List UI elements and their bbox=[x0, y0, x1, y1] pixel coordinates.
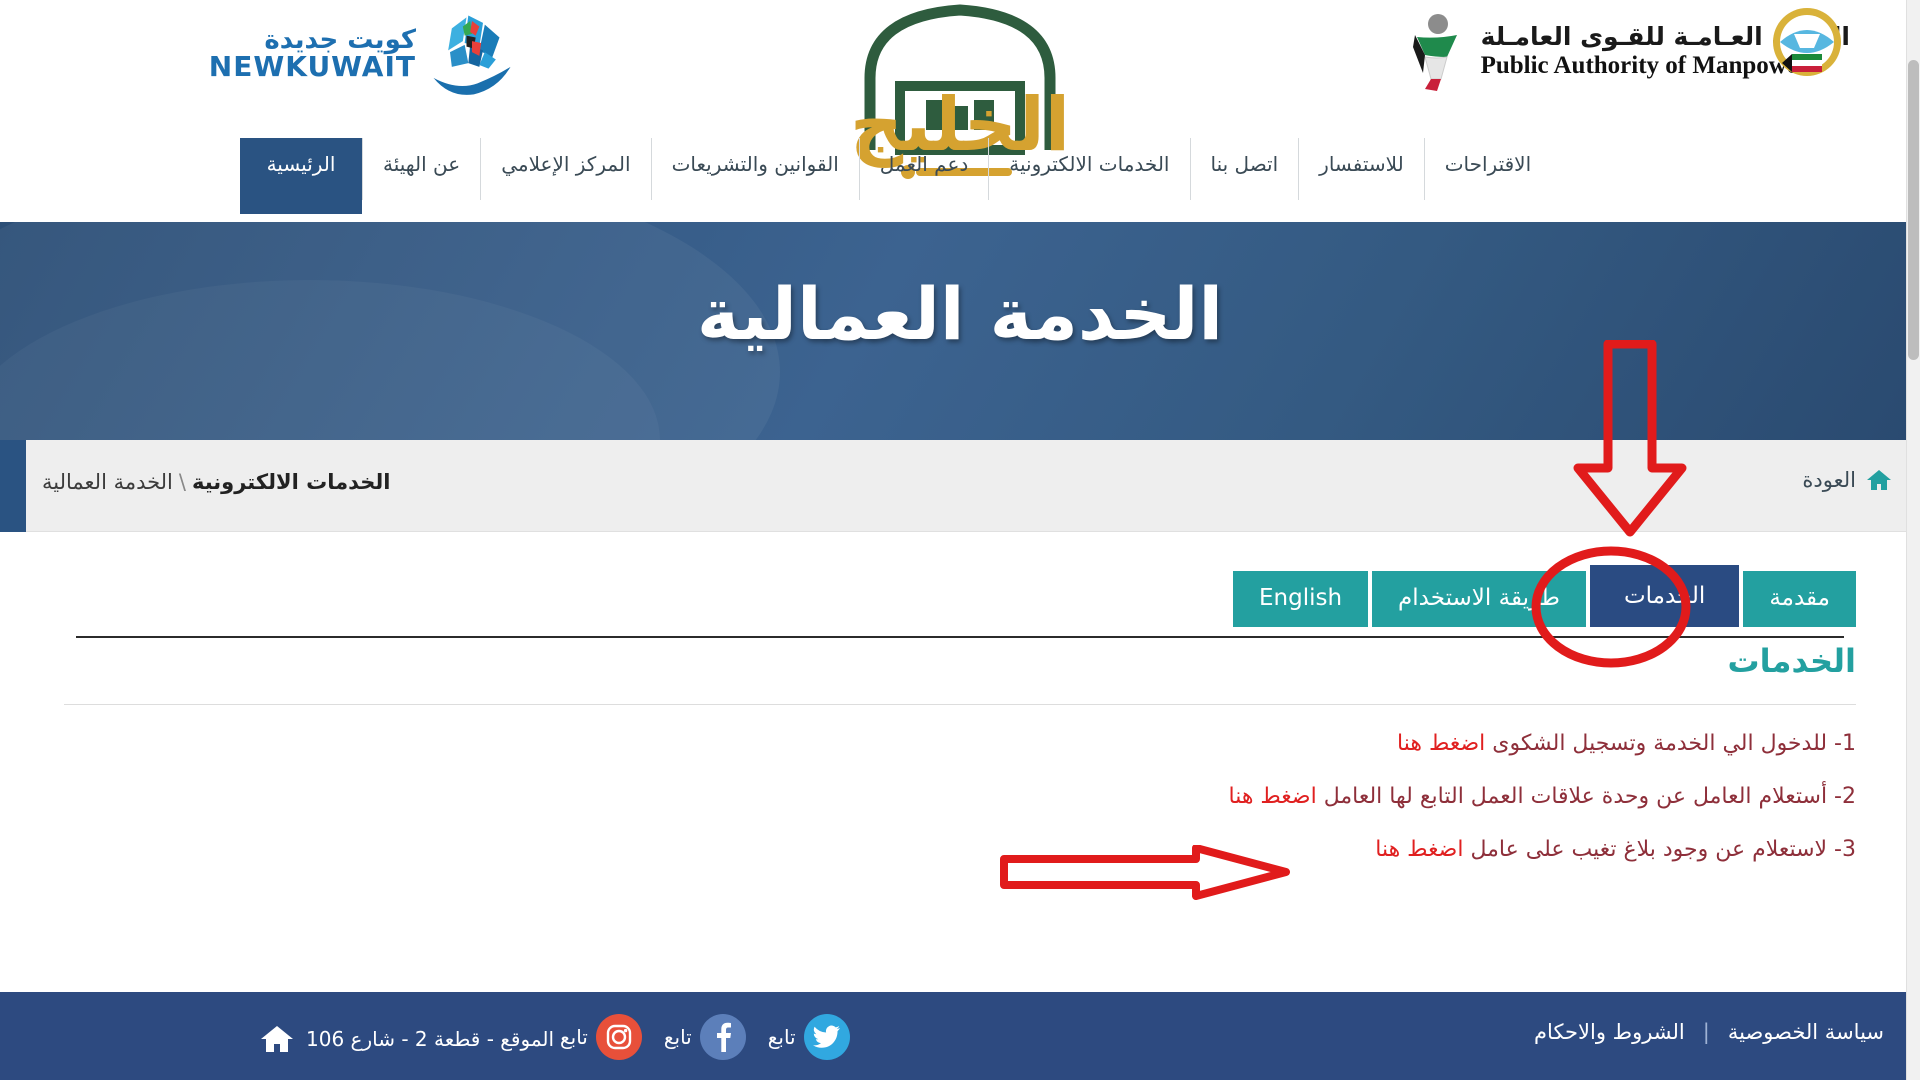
pam-person-icon bbox=[1412, 14, 1457, 91]
page-title: الخدمة العمالية bbox=[696, 272, 1224, 356]
breadcrumb-separator: \ bbox=[178, 470, 186, 494]
nav-item-inquiry[interactable]: للاستفسار bbox=[1298, 138, 1424, 200]
service-tabs[interactable]: English طريقة الاستخدام الخدمات مقدمة bbox=[1232, 565, 1856, 627]
instagram-icon bbox=[595, 1014, 642, 1060]
social-instagram[interactable]: تابع bbox=[560, 1014, 642, 1060]
newkuwait-logo[interactable]: كويت جديدة NEWKUWAIT bbox=[178, 8, 518, 100]
social-twitter[interactable]: تابع bbox=[768, 1014, 850, 1060]
newkuwait-sail-logo-icon bbox=[433, 15, 511, 95]
kuwait-state-emblem-icon bbox=[1773, 8, 1841, 76]
footer-address: الموقع - قطعة 2 - شارع 106 bbox=[260, 1024, 554, 1054]
footer-address-text: الموقع - قطعة 2 - شارع 106 bbox=[306, 1027, 555, 1051]
page-root: كويت جديدة NEWKUWAIT الخليج الهيئـة العـ… bbox=[0, 0, 1920, 1080]
nav-item-suggestions[interactable]: الاقتراحات bbox=[1423, 138, 1551, 200]
twitter-icon bbox=[803, 1014, 850, 1060]
section-title: الخدمات bbox=[1727, 642, 1856, 680]
service-1-link[interactable]: اضغط هنا bbox=[1397, 731, 1485, 756]
tab-english[interactable]: English bbox=[1232, 571, 1369, 627]
nav-item-e-services[interactable]: الخدمات الالكترونية bbox=[988, 138, 1189, 200]
footer-social-links: تابع تابع تابع bbox=[560, 1014, 850, 1060]
home-icon bbox=[1867, 470, 1891, 490]
page-scrollbar-thumb[interactable] bbox=[1908, 60, 1919, 360]
breadcrumb-parent[interactable]: الخدمات الالكترونية bbox=[192, 470, 390, 494]
nav-item-media-center[interactable]: المركز الإعلامي bbox=[480, 138, 650, 200]
newkuwait-english: NEWKUWAIT bbox=[208, 50, 416, 83]
social-facebook[interactable]: تابع bbox=[664, 1014, 746, 1060]
service-2-link[interactable]: اضغط هنا bbox=[1228, 784, 1316, 809]
main-content: English طريقة الاستخدام الخدمات مقدمة ال… bbox=[0, 532, 1920, 992]
public-authority-manpower-logo[interactable]: الهيئـة العـامـة للقـوى العامـلة Public … bbox=[1407, 2, 1850, 102]
social-instagram-label: تابع bbox=[560, 1025, 588, 1049]
tab-introduction[interactable]: مقدمة bbox=[1743, 571, 1856, 627]
footer-privacy-link[interactable]: سياسة الخصوصية bbox=[1728, 1020, 1884, 1044]
service-3-link[interactable]: اضغط هنا bbox=[1375, 837, 1463, 862]
nav-item-contact-us[interactable]: اتصل بنا bbox=[1189, 138, 1299, 200]
tab-services[interactable]: الخدمات bbox=[1590, 565, 1740, 627]
breadcrumb: الخدمات الالكترونية \ الخدمة العمالية bbox=[42, 470, 390, 494]
service-3-text: 3- لاستعلام عن وجود بلاغ تغيب على عامل bbox=[1470, 836, 1856, 862]
social-facebook-label: تابع bbox=[663, 1025, 692, 1049]
site-footer: سياسة الخصوصية | الشروط والاحكام تابع تا… bbox=[0, 992, 1920, 1080]
nav-item-about-authority[interactable]: عن الهيئة bbox=[362, 138, 480, 200]
home-icon bbox=[261, 1026, 293, 1052]
list-item: 3- لاستعلام عن وجود بلاغ تغيب على عامل ا… bbox=[64, 834, 1856, 866]
services-list: 1- للدخول الي الخدمة وتسجيل الشكوى اضغط … bbox=[64, 728, 1856, 866]
breadcrumb-bar: الخدمات الالكترونية \ الخدمة العمالية ال… bbox=[0, 440, 1920, 532]
footer-terms-link[interactable]: الشروط والاحكام bbox=[1534, 1020, 1685, 1044]
hero-banner: الخدمة العمالية bbox=[0, 222, 1920, 440]
newkuwait-logo-text: كويت جديدة NEWKUWAIT bbox=[209, 27, 416, 81]
site-header: كويت جديدة NEWKUWAIT الخليج الهيئـة العـ… bbox=[0, 0, 1920, 222]
footer-link-separator: | bbox=[1702, 1020, 1710, 1044]
nav-item-work-support[interactable]: دعم العمل bbox=[858, 138, 989, 200]
nav-item-home[interactable]: الرئيسية bbox=[240, 138, 362, 214]
list-item: 1- للدخول الي الخدمة وتسجيل الشكوى اضغط … bbox=[64, 728, 1856, 760]
list-item: 2- أستعلام العامل عن وحدة علاقات العمل ا… bbox=[64, 781, 1856, 813]
nav-item-laws-legislation[interactable]: القوانين والتشريعات bbox=[650, 138, 859, 200]
social-twitter-label: تابع bbox=[767, 1025, 796, 1049]
tab-how-to-use[interactable]: طريقة الاستخدام bbox=[1372, 571, 1586, 627]
section-divider bbox=[64, 704, 1856, 705]
facebook-icon bbox=[699, 1014, 746, 1060]
breadcrumb-current: الخدمة العمالية bbox=[42, 470, 173, 494]
tabs-divider bbox=[76, 636, 1844, 638]
pam-english: Public Authority of Manpower bbox=[1480, 52, 1810, 79]
service-2-text: 2- أستعلام العامل عن وحدة علاقات العمل ا… bbox=[1323, 783, 1856, 809]
back-link[interactable]: العودة bbox=[1802, 468, 1892, 492]
back-label: العودة bbox=[1802, 468, 1856, 492]
footer-links: سياسة الخصوصية | الشروط والاحكام bbox=[1534, 1020, 1884, 1044]
service-1-text: 1- للدخول الي الخدمة وتسجيل الشكوى bbox=[1492, 731, 1856, 756]
breadcrumb-side-accent bbox=[0, 440, 26, 532]
main-navigation[interactable]: الاقتراحات للاستفسار اتصل بنا الخدمات ال… bbox=[0, 138, 1920, 222]
